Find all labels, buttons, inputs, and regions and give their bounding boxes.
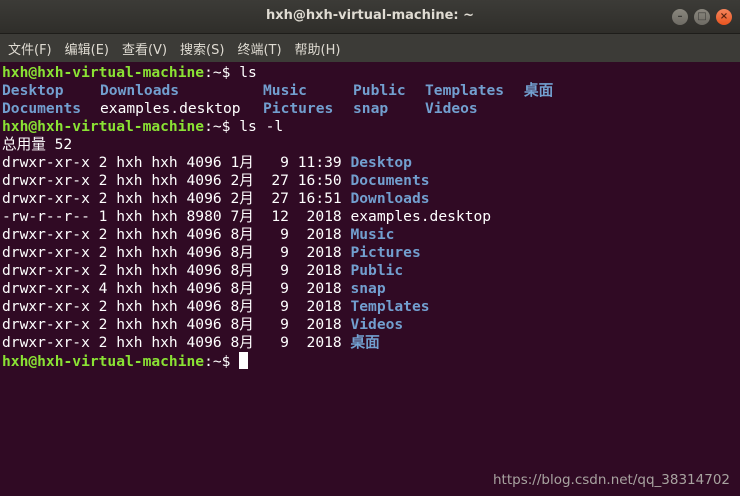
listing-row: drwxr-xr-x 2 hxh hxh 4096 8月 9 2018 Pict… bbox=[2, 244, 421, 262]
listing-meta: -rw-r--r-- 1 hxh hxh 8980 7月 12 2018 bbox=[2, 208, 351, 225]
menu-terminal[interactable]: 终端(T) bbox=[229, 39, 286, 58]
listing-row: drwxr-xr-x 2 hxh hxh 4096 1月 9 11:39 Des… bbox=[2, 154, 412, 172]
listing-name: Videos bbox=[350, 316, 404, 333]
prompt-user: hxh@hxh-virtual-machine bbox=[2, 118, 205, 135]
ls-entry: Public bbox=[353, 82, 406, 99]
total-line: 总用量 52 bbox=[2, 136, 73, 153]
listing-name: Desktop bbox=[350, 154, 412, 171]
listing-name: Templates bbox=[350, 298, 430, 315]
listing-meta: drwxr-xr-x 2 hxh hxh 4096 8月 9 2018 bbox=[2, 334, 351, 351]
listing-meta: drwxr-xr-x 2 hxh hxh 4096 8月 9 2018 bbox=[2, 298, 351, 315]
listing-meta: drwxr-xr-x 4 hxh hxh 4096 8月 9 2018 bbox=[2, 280, 351, 297]
listing-meta: drwxr-xr-x 2 hxh hxh 4096 2月 27 16:50 bbox=[2, 172, 351, 189]
prompt-user: hxh@hxh-virtual-machine bbox=[2, 353, 205, 370]
watermark: https://blog.csdn.net/qq_38314702 bbox=[492, 472, 730, 488]
listing-meta: drwxr-xr-x 2 hxh hxh 4096 8月 9 2018 bbox=[2, 316, 351, 333]
listing-name: 桌面 bbox=[350, 334, 380, 351]
listing-row: drwxr-xr-x 2 hxh hxh 4096 2月 27 16:51 Do… bbox=[2, 190, 430, 208]
ls-entry: Music bbox=[263, 82, 307, 99]
ls-entry: Desktop bbox=[2, 82, 64, 99]
menu-help[interactable]: 帮助(H) bbox=[287, 39, 346, 58]
listing-row: drwxr-xr-x 2 hxh hxh 4096 8月 9 2018 Publ… bbox=[2, 262, 403, 280]
window-controls: – □ × bbox=[672, 9, 732, 25]
listing-row: drwxr-xr-x 2 hxh hxh 4096 8月 9 2018 Temp… bbox=[2, 298, 430, 316]
menu-file[interactable]: 文件(F) bbox=[0, 39, 57, 58]
listing-row: drwxr-xr-x 2 hxh hxh 4096 8月 9 2018 桌面 bbox=[2, 334, 380, 352]
window-title: hxh@hxh-virtual-machine: ~ bbox=[265, 8, 475, 23]
listing-row: drwxr-xr-x 4 hxh hxh 4096 8月 9 2018 snap bbox=[2, 280, 386, 298]
listing-meta: drwxr-xr-x 2 hxh hxh 4096 1月 9 11:39 bbox=[2, 154, 351, 171]
listing-name: Music bbox=[350, 226, 395, 243]
listing-row: drwxr-xr-x 2 hxh hxh 4096 2月 27 16:50 Do… bbox=[2, 172, 430, 190]
listing-name: Public bbox=[350, 262, 404, 279]
listing-meta: drwxr-xr-x 2 hxh hxh 4096 2月 27 16:51 bbox=[2, 190, 351, 207]
listing-row: drwxr-xr-x 2 hxh hxh 4096 8月 9 2018 Vide… bbox=[2, 316, 403, 334]
ls-entry: snap bbox=[353, 100, 389, 117]
prompt-line: hxh@hxh-virtual-machine:~$ ls bbox=[2, 64, 257, 82]
listing-row: drwxr-xr-x 2 hxh hxh 4096 8月 9 2018 Musi… bbox=[2, 226, 394, 244]
ls-output-row: Documents examples.desktop Pictures snap… bbox=[2, 100, 738, 118]
listing-meta: drwxr-xr-x 2 hxh hxh 4096 8月 9 2018 bbox=[2, 244, 351, 261]
prompt-path: :~$ bbox=[204, 118, 240, 135]
listing-meta: drwxr-xr-x 2 hxh hxh 4096 8月 9 2018 bbox=[2, 262, 351, 279]
ls-entry: 桌面 bbox=[524, 82, 554, 99]
terminal-window: hxh@hxh-virtual-machine: ~ – □ × 文件(F) 编… bbox=[0, 0, 740, 496]
terminal-output[interactable]: hxh@hxh-virtual-machine:~$ ls Desktop Do… bbox=[0, 62, 740, 496]
close-button[interactable]: × bbox=[716, 9, 732, 25]
command-text: ls bbox=[239, 64, 257, 81]
prompt-user: hxh@hxh-virtual-machine bbox=[2, 64, 205, 81]
prompt-path: :~$ bbox=[204, 353, 240, 370]
listing-name: Documents bbox=[350, 172, 430, 189]
menu-edit[interactable]: 编辑(E) bbox=[57, 39, 114, 58]
menu-bar: 文件(F) 编辑(E) 查看(V) 搜索(S) 终端(T) 帮助(H) bbox=[0, 34, 740, 62]
menu-search[interactable]: 搜索(S) bbox=[172, 39, 229, 58]
minimize-button[interactable]: – bbox=[672, 9, 688, 25]
ls-entry: Documents bbox=[2, 100, 82, 117]
ls-entry: examples.desktop bbox=[100, 100, 241, 117]
ls-entry: Templates bbox=[425, 82, 505, 99]
prompt-path: :~$ bbox=[204, 64, 240, 81]
command-text: ls -l bbox=[239, 118, 284, 135]
maximize-button[interactable]: □ bbox=[694, 9, 710, 25]
menu-view[interactable]: 查看(V) bbox=[114, 39, 172, 58]
text-cursor bbox=[239, 352, 249, 369]
listing-name: Pictures bbox=[350, 244, 421, 261]
prompt-line: hxh@hxh-virtual-machine:~$ bbox=[2, 352, 249, 370]
ls-output-row: Desktop Downloads Music Public Templates… bbox=[2, 82, 738, 100]
listing-meta: drwxr-xr-x 2 hxh hxh 4096 8月 9 2018 bbox=[2, 226, 351, 243]
prompt-line: hxh@hxh-virtual-machine:~$ ls -l bbox=[2, 118, 283, 136]
ls-entry: Downloads bbox=[100, 82, 180, 99]
title-bar[interactable]: hxh@hxh-virtual-machine: ~ – □ × bbox=[0, 0, 740, 34]
ls-entry: Videos bbox=[425, 100, 478, 117]
ls-entry: Pictures bbox=[263, 100, 334, 117]
listing-row: -rw-r--r-- 1 hxh hxh 8980 7月 12 2018 exa… bbox=[2, 208, 491, 226]
listing-name: examples.desktop bbox=[350, 208, 492, 225]
listing-name: Downloads bbox=[350, 190, 430, 207]
listing-name: snap bbox=[350, 280, 386, 297]
